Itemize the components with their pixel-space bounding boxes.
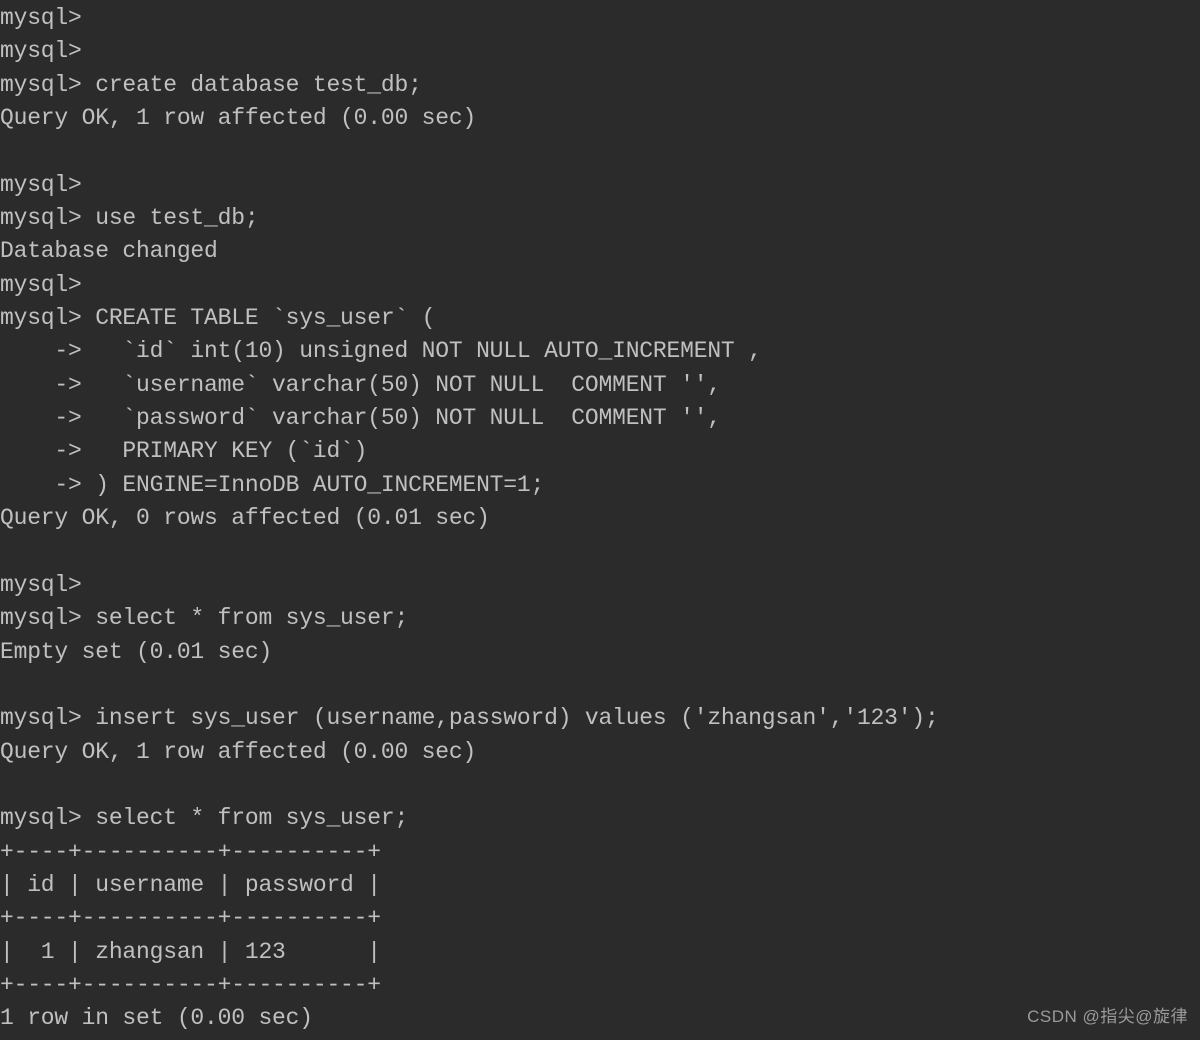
terminal-output[interactable]: mysql> mysql> mysql> create database tes…: [0, 2, 1200, 1036]
watermark-text: CSDN @指尖@旋律: [1027, 1005, 1188, 1030]
